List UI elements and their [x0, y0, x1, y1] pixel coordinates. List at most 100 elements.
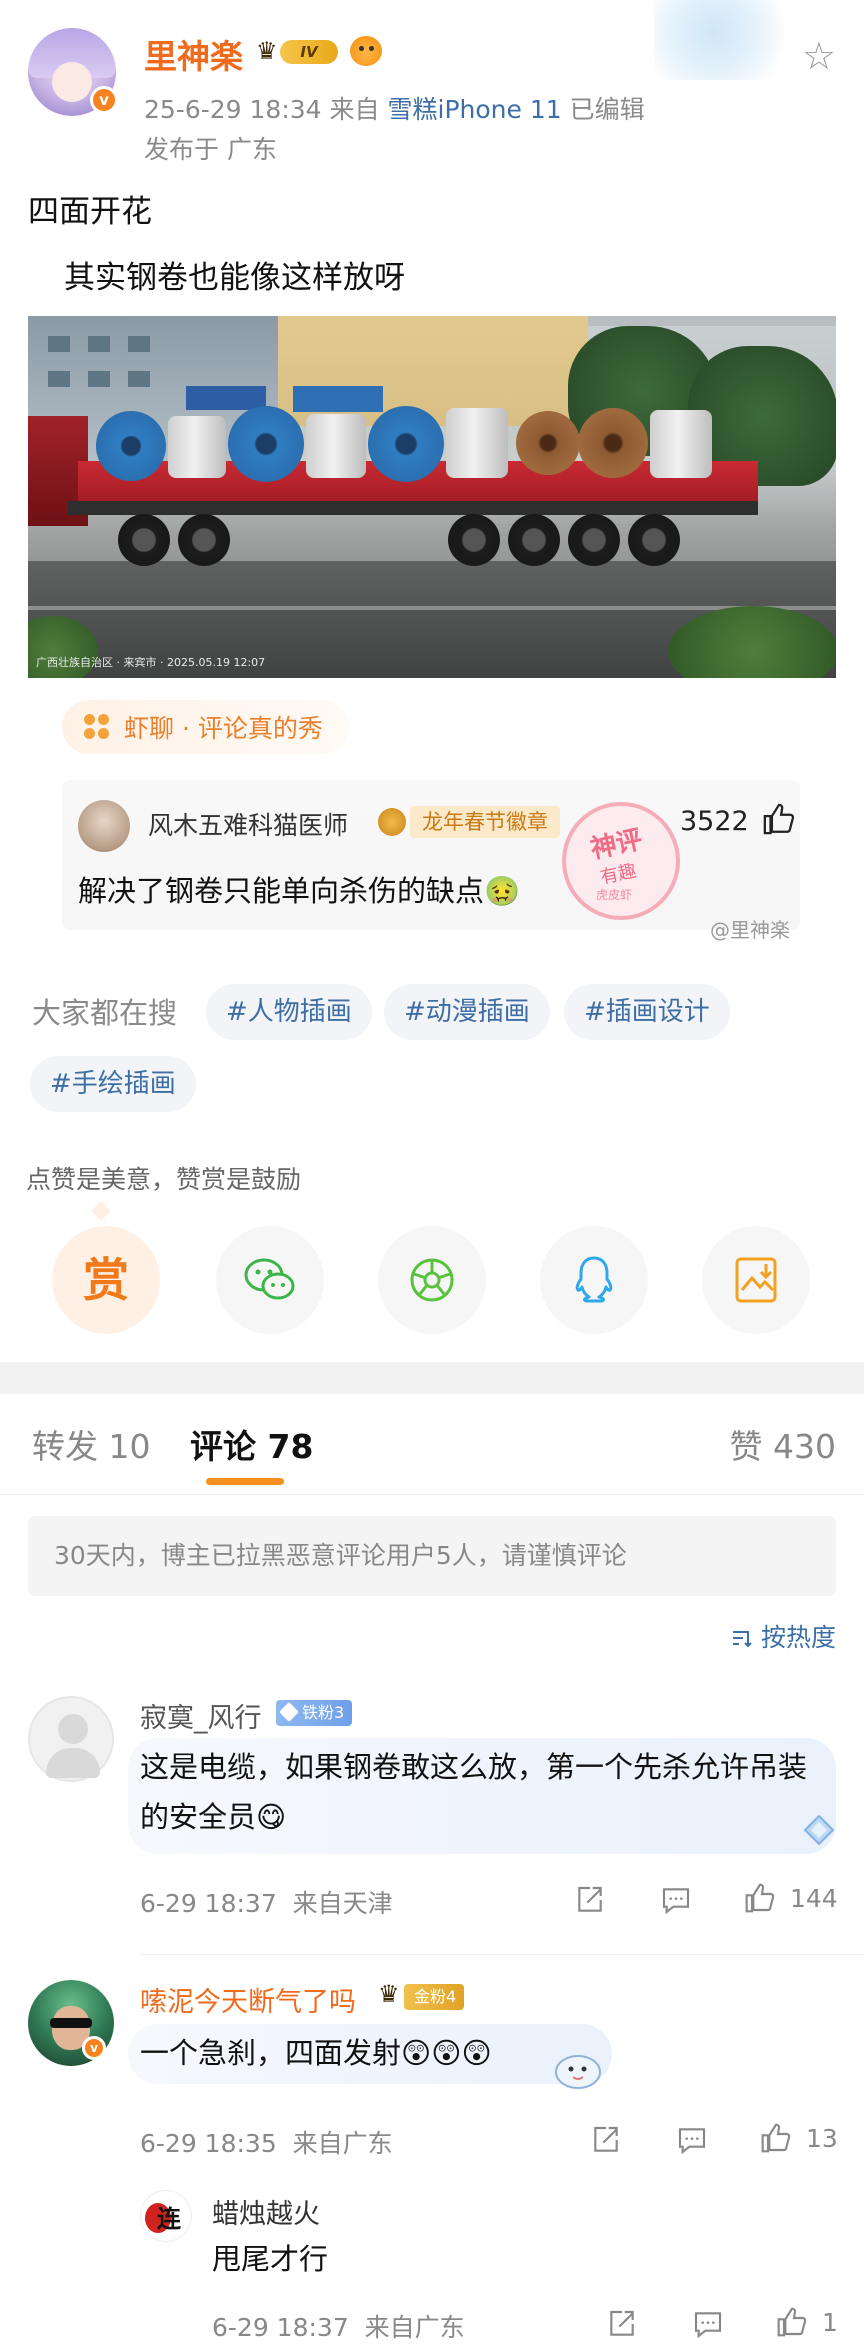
photo-cable-reel: [446, 408, 508, 478]
fan-group-icon[interactable]: [350, 36, 382, 66]
reply-time: 6-29 18:37: [212, 2313, 349, 2342]
save-image-button[interactable]: [702, 1226, 810, 1334]
post-location: 发布于 广东: [144, 135, 277, 164]
reply-icon[interactable]: [692, 2308, 724, 2340]
comment-meta: 6-29 18:35 来自广东: [140, 2124, 393, 2160]
share-icon[interactable]: [606, 2308, 638, 2340]
share-qq-button[interactable]: [540, 1226, 648, 1334]
reply-text: 甩尾才行: [212, 2242, 329, 2276]
photo-cable-reel: [368, 406, 444, 482]
stamp-text-3: 虎皮虾: [596, 888, 633, 902]
share-moments-button[interactable]: [378, 1226, 486, 1334]
hot-comment-avatar[interactable]: [78, 800, 130, 852]
comment-avatar[interactable]: [28, 1696, 114, 1782]
active-tab-indicator: [206, 1478, 284, 1485]
encourage-text: 点赞是美意，赞赏是鼓励: [26, 1165, 302, 1194]
post-header: v 里神楽 ♛ IV ☆ 25-6-29 18:34 来自 雪糕iPhone 1…: [0, 0, 864, 170]
mascot-sticker-icon: [555, 2055, 601, 2089]
reply-icon[interactable]: [676, 2124, 708, 2156]
fan-level-badge[interactable]: 铁粉3: [276, 1700, 353, 1726]
share-icon[interactable]: [590, 2124, 622, 2156]
xialiao-tag[interactable]: 虾聊 · 评论真的秀: [62, 700, 349, 754]
sort-icon: [733, 1631, 752, 1648]
header-decoration: [654, 0, 804, 80]
verified-badge-icon: v: [82, 2036, 106, 2060]
reply-user[interactable]: 蜡烛越火: [212, 2192, 320, 2231]
weibo-watermark: @里神楽: [710, 918, 790, 942]
photo-truck-wheel: [568, 514, 620, 566]
photo-cable-reel: [516, 411, 580, 475]
verified-badge-icon: v: [90, 86, 118, 114]
dragon-medal-icon: [378, 808, 406, 836]
tab-divider: [0, 1494, 864, 1495]
reply-meta: 6-29 18:37 来自广东: [212, 2308, 465, 2344]
medal-badge[interactable]: 龙年春节徽章: [410, 806, 560, 838]
post-text-line-2: 其实钢卷也能像这样放呀: [64, 260, 405, 296]
tab-comments[interactable]: 评论 78: [190, 1420, 313, 1468]
comment-user[interactable]: 寂寞_风行: [140, 1696, 262, 1735]
member-level-badge[interactable]: ♛ IV: [256, 36, 340, 66]
crown-icon: ♛: [378, 1980, 400, 2008]
reply-like-count: 1: [822, 2308, 838, 2337]
comment-user[interactable]: 嗦泥今天断气了吗: [140, 1980, 356, 2019]
favorite-star-icon[interactable]: ☆: [802, 34, 836, 78]
reward-pointer: [91, 1201, 111, 1221]
photo-cable-reel: [650, 410, 712, 478]
comment-location: 来自广东: [292, 2129, 393, 2158]
like-icon[interactable]: [760, 2122, 792, 2154]
diamond-icon: [279, 1702, 299, 1722]
section-divider: [0, 1362, 864, 1394]
source-prefix: 来自: [329, 95, 380, 124]
photo-truck-wheel: [448, 514, 500, 566]
edited-label[interactable]: 已编辑: [570, 95, 645, 124]
photo-shop-sign: [186, 386, 266, 410]
photo-location-watermark: 广西壮族自治区 · 来宾市 · 2025.05.19 12:07: [36, 656, 266, 669]
comment-time: 6-29 18:35: [140, 2129, 277, 2158]
photo-truck-wheel: [118, 514, 170, 566]
search-tag[interactable]: #手绘插画: [30, 1056, 196, 1112]
photo-cable-reel: [578, 408, 648, 478]
thumbs-up-icon[interactable]: [762, 802, 796, 836]
share-wechat-button[interactable]: [216, 1226, 324, 1334]
sort-by-hot-button[interactable]: 按热度: [731, 1618, 836, 1654]
like-icon[interactable]: [776, 2306, 808, 2338]
photo-cable-reel: [306, 414, 366, 478]
tab-forward[interactable]: 转发 10: [32, 1420, 150, 1468]
reply-avatar[interactable]: 连: [140, 2190, 192, 2242]
trending-search-label: 大家都在搜: [32, 996, 178, 1030]
photo-cable-reel: [228, 406, 304, 482]
reply-icon[interactable]: [660, 1884, 692, 1916]
comment-text: 一个急刹，四面发射😲😲😲: [140, 2036, 492, 2070]
photo-cable-reel: [168, 416, 226, 478]
sort-label: 按热度: [760, 1623, 836, 1652]
hot-comment-user[interactable]: 风木五难科猫医师: [148, 806, 348, 842]
xialiao-icon: [84, 714, 110, 740]
like-icon[interactable]: [744, 1882, 776, 1914]
reply-location: 来自广东: [364, 2313, 465, 2342]
comment-divider: [140, 1954, 864, 1955]
search-tag[interactable]: #动漫插画: [384, 984, 550, 1040]
photo-road-line: [28, 606, 836, 610]
fan-level-badge[interactable]: 金粉4: [404, 1984, 465, 2010]
weibo-post-page: v 里神楽 ♛ IV ☆ 25-6-29 18:34 来自 雪糕iPhone 1…: [0, 0, 864, 2350]
reward-button[interactable]: 赏: [52, 1226, 160, 1334]
comment-like-count: 144: [790, 1884, 838, 1913]
search-tag[interactable]: #插画设计: [564, 984, 730, 1040]
post-timestamp: 25-6-29 18:34: [144, 95, 322, 124]
comment-meta: 6-29 18:37 来自天津: [140, 1884, 393, 1920]
author-name[interactable]: 里神楽: [144, 30, 243, 78]
search-tag[interactable]: #人物插画: [206, 984, 372, 1040]
share-icon[interactable]: [574, 1884, 606, 1916]
tab-likes[interactable]: 赞 430: [730, 1420, 836, 1468]
hot-comment-like-count: 3522: [680, 806, 749, 837]
post-photo[interactable]: 广西壮族自治区 · 来宾市 · 2025.05.19 12:07: [28, 316, 836, 678]
post-source-link[interactable]: 雪糕iPhone 11: [388, 95, 562, 124]
comment-text: 这是电缆，如果钢卷敢这么放，第一个先杀允许吊装的安全员😋: [140, 1750, 808, 1834]
moments-icon: [410, 1258, 454, 1302]
photo-truck-wheel: [508, 514, 560, 566]
photo-truck-wheel: [628, 514, 680, 566]
hot-comment-card[interactable]: 风木五难科猫医师 龙年春节徽章 神评 有趣 虎皮虾 3522 解决了钢卷只能单向…: [62, 780, 800, 930]
save-image-icon: [735, 1257, 777, 1303]
comment-time: 6-29 18:37: [140, 1889, 277, 1918]
level-label: IV: [280, 40, 338, 64]
